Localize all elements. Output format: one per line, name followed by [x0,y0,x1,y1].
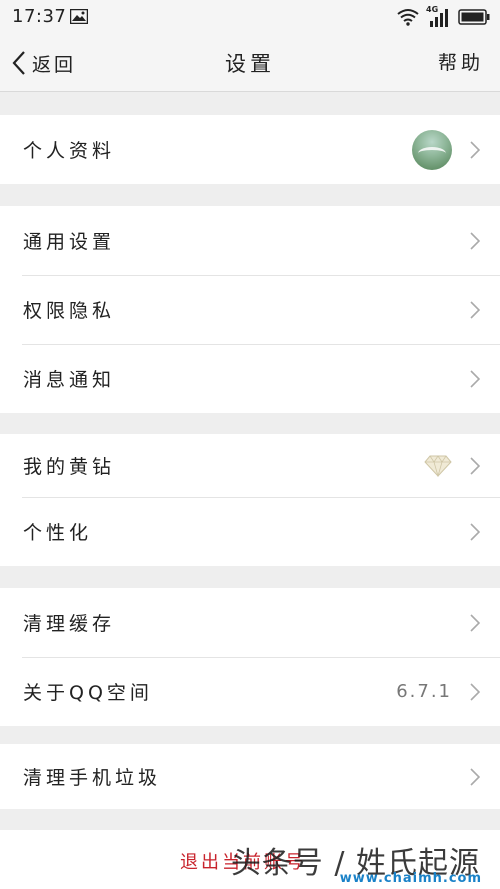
row-right: 6.7.1 [396,681,480,702]
battery-icon [458,9,490,25]
status-bar: 17:37 4G [0,0,500,34]
back-label: 返回 [32,53,77,76]
chevron-right-icon [470,140,480,159]
watermark-url: www.chaimh.com [339,871,482,886]
row-right [470,767,480,786]
row-right [412,129,480,170]
row-right [470,300,480,319]
row-label: 个性化 [23,522,93,544]
row-right [470,369,480,388]
chevron-right-icon [470,767,480,786]
status-icons: 4G [396,5,490,28]
row-privacy[interactable]: 权限隐私 [0,275,500,344]
chevron-right-icon [470,300,480,319]
row-clean-phone[interactable]: 清理手机垃圾 [0,744,500,809]
row-profile[interactable]: 个人资料 [0,115,500,184]
row-right [424,454,480,477]
row-general-settings[interactable]: 通用设置 [0,206,500,275]
chevron-right-icon [470,369,480,388]
row-right [470,231,480,250]
group-cleanup: 清理手机垃圾 [0,744,500,809]
back-button[interactable]: 返回 [12,48,76,78]
row-label: 通用设置 [23,231,116,253]
row-label: 我的黄钻 [23,456,116,478]
signal-icon: 4G [426,5,452,27]
help-button[interactable]: 帮助 [438,48,484,75]
group-profile: 个人资料 [0,115,500,184]
row-label: 个人资料 [23,140,116,162]
status-time: 17:37 [12,6,67,27]
chevron-left-icon [12,51,25,75]
row-label: 关于QQ空间 [23,682,153,704]
row-label: 清理手机垃圾 [23,767,162,789]
diamond-icon [424,454,452,477]
row-yellow-diamond[interactable]: 我的黄钻 [0,434,500,497]
group-app: 清理缓存 关于QQ空间 6.7.1 [0,588,500,726]
row-label: 权限隐私 [23,300,116,322]
row-label: 清理缓存 [23,613,116,635]
wifi-icon [397,9,419,26]
chevron-right-icon [470,613,480,632]
chevron-right-icon [470,522,480,541]
group-general: 通用设置 权限隐私 消息通知 [0,206,500,413]
group-membership: 我的黄钻 个性化 [0,434,500,566]
row-label: 消息通知 [23,369,116,391]
row-clear-cache[interactable]: 清理缓存 [0,588,500,657]
nav-bar: 返回 设置 帮助 [0,34,500,92]
footer: 退出当前账号 头条号 / 姓氏起源 www.chaimh.com [0,830,500,889]
avatar [412,129,452,170]
chevron-right-icon [470,682,480,701]
row-right [470,522,480,541]
version-value: 6.7.1 [396,681,452,702]
chevron-right-icon [470,456,480,475]
image-notification-icon [70,9,88,24]
row-notifications[interactable]: 消息通知 [0,344,500,413]
row-about[interactable]: 关于QQ空间 6.7.1 [0,657,500,726]
row-right [470,613,480,632]
chevron-right-icon [470,231,480,250]
row-personalization[interactable]: 个性化 [0,497,500,566]
